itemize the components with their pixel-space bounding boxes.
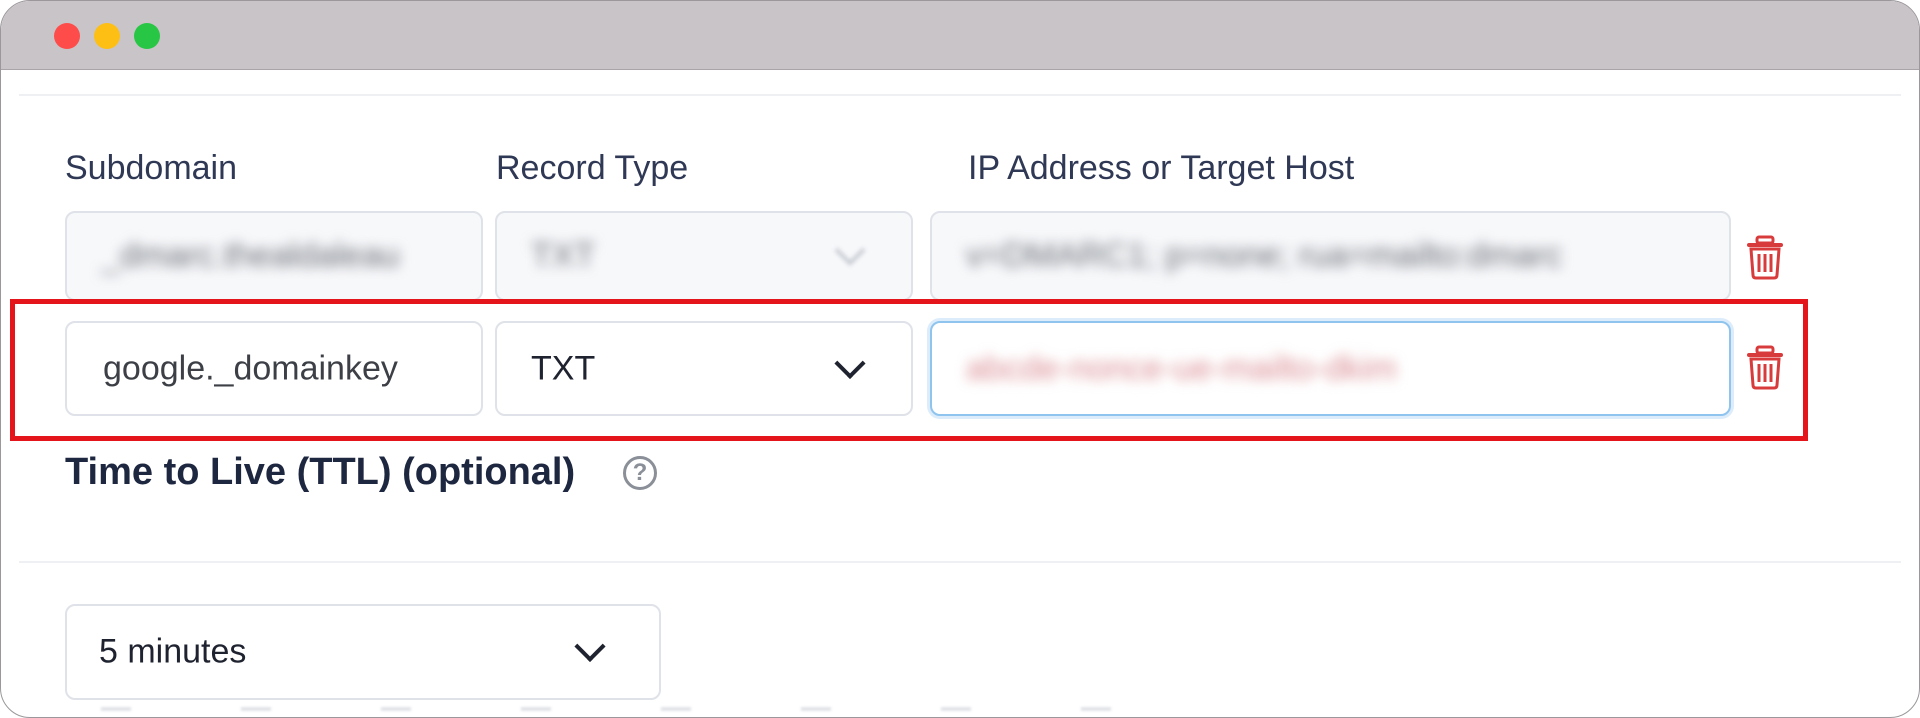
- target-label: IP Address or Target Host: [968, 149, 1355, 187]
- section-divider: [19, 561, 1901, 563]
- minimize-window-button[interactable]: [94, 23, 120, 49]
- record-type-select-row1[interactable]: TXT: [495, 211, 913, 301]
- subdomain-label: Subdomain: [65, 149, 238, 187]
- highlight-box: [10, 299, 1808, 441]
- record-type-label: Record Type: [496, 149, 689, 187]
- subdomain-value-row1: _dmarc.thealdaleau: [101, 236, 400, 275]
- close-window-button[interactable]: [54, 23, 80, 49]
- help-icon[interactable]: ?: [623, 456, 657, 490]
- ttl-label: Time to Live (TTL) (optional): [65, 451, 576, 493]
- subdomain-input-row1[interactable]: _dmarc.thealdaleau: [65, 211, 483, 301]
- maximize-window-button[interactable]: [134, 23, 160, 49]
- target-value-row1: v=DMARC1; p=none; rua=mailto:dmarc: [966, 236, 1563, 275]
- target-input-row1[interactable]: v=DMARC1; p=none; rua=mailto:dmarc: [930, 211, 1731, 301]
- trash-icon[interactable]: [1742, 234, 1788, 280]
- cut-off-text: [101, 707, 1201, 711]
- ttl-value: 5 minutes: [99, 632, 247, 671]
- browser-window: Subdomain Record Type IP Address or Targ…: [0, 0, 1920, 718]
- chevron-down-icon: [574, 630, 606, 663]
- record-type-value-row1: TXT: [531, 236, 596, 275]
- ttl-select[interactable]: 5 minutes: [65, 604, 661, 700]
- top-divider: [19, 94, 1901, 96]
- title-bar: [1, 1, 1919, 70]
- chevron-down-icon: [834, 234, 866, 267]
